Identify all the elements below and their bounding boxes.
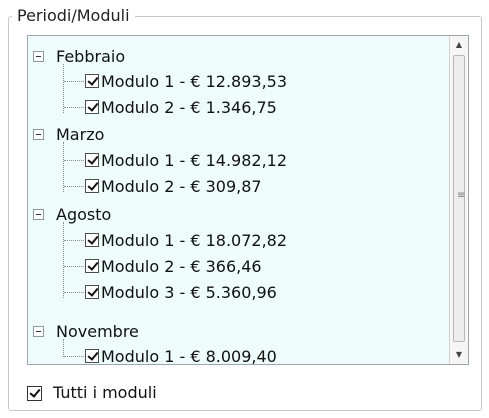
tree-child-label: Modulo 1 - € 14.982,12 <box>101 151 288 170</box>
tree-connector <box>64 107 84 108</box>
checkbox-icon[interactable] <box>85 233 99 247</box>
tree-connector <box>64 266 84 267</box>
tree-node-marzo[interactable]: Marzo <box>28 124 448 148</box>
tree-node-label: Novembre <box>56 322 139 341</box>
tutti-i-moduli-checkbox[interactable] <box>27 386 42 401</box>
tree-child-novembre-modulo-1[interactable]: Modulo 1 - € 8.009,40 <box>28 346 448 365</box>
tree-connector <box>64 160 84 161</box>
checkbox-icon[interactable] <box>85 349 99 363</box>
tree-child-label: Modulo 3 - € 5.360,96 <box>101 283 277 302</box>
checkbox-icon[interactable] <box>85 285 99 299</box>
collapse-icon[interactable] <box>33 209 44 220</box>
scroll-up-icon[interactable]: ▲ <box>450 36 468 54</box>
tree-connector <box>64 240 84 241</box>
tree-child-marzo-modulo-2[interactable]: Modulo 2 - € 309,87 <box>28 176 448 200</box>
tree-content: Febbraio Modulo 1 - € 12.893,53 Modulo 2… <box>28 36 449 364</box>
tree-child-label: Modulo 2 - € 309,87 <box>101 177 262 196</box>
tree-connector <box>64 186 84 187</box>
tree-child-agosto-modulo-2[interactable]: Modulo 2 - € 366,46 <box>28 256 448 280</box>
tree-child-label: Modulo 1 - € 12.893,53 <box>101 72 288 91</box>
tree-child-agosto-modulo-1[interactable]: Modulo 1 - € 18.072,82 <box>28 230 448 254</box>
tree-node-novembre[interactable]: Novembre <box>28 321 448 345</box>
checkbox-icon[interactable] <box>85 74 99 88</box>
tree-node-agosto[interactable]: Agosto <box>28 204 448 228</box>
tree-node-label: Agosto <box>56 205 112 224</box>
checkbox-icon[interactable] <box>85 179 99 193</box>
tree-child-label: Modulo 2 - € 1.346,75 <box>101 98 277 117</box>
tree-child-agosto-modulo-3[interactable]: Modulo 3 - € 5.360,96 <box>28 282 448 306</box>
vertical-scrollbar[interactable]: ▲ ≡ ▼ <box>449 36 468 364</box>
group-caption: Periodi/Moduli <box>12 6 135 26</box>
checkbox-icon[interactable] <box>85 100 99 114</box>
tree-connector <box>64 292 84 293</box>
checkbox-icon[interactable] <box>85 153 99 167</box>
tree-connector <box>64 81 84 82</box>
collapse-icon[interactable] <box>33 129 44 140</box>
scroll-down-icon[interactable]: ▼ <box>450 346 468 364</box>
checkbox-icon[interactable] <box>85 259 99 273</box>
grip-icon: ≡ <box>457 190 466 201</box>
periodi-moduli-tree[interactable]: Febbraio Modulo 1 - € 12.893,53 Modulo 2… <box>27 35 469 365</box>
tree-node-label: Febbraio <box>56 47 126 66</box>
tutti-i-moduli-label: Tutti i moduli <box>53 383 157 402</box>
tree-connector <box>64 356 84 357</box>
tree-child-label: Modulo 2 - € 366,46 <box>101 257 262 276</box>
tree-child-label: Modulo 1 - € 8.009,40 <box>101 347 277 365</box>
tree-child-febbraio-modulo-2[interactable]: Modulo 2 - € 1.346,75 <box>28 97 448 121</box>
tree-node-febbraio[interactable]: Febbraio <box>28 46 448 70</box>
collapse-icon[interactable] <box>33 51 44 62</box>
scrollbar-thumb[interactable]: ≡ <box>453 55 465 342</box>
tree-child-label: Modulo 1 - € 18.072,82 <box>101 231 288 250</box>
tree-child-marzo-modulo-1[interactable]: Modulo 1 - € 14.982,12 <box>28 150 448 174</box>
tree-child-febbraio-modulo-1[interactable]: Modulo 1 - € 12.893,53 <box>28 71 448 95</box>
collapse-icon[interactable] <box>33 326 44 337</box>
